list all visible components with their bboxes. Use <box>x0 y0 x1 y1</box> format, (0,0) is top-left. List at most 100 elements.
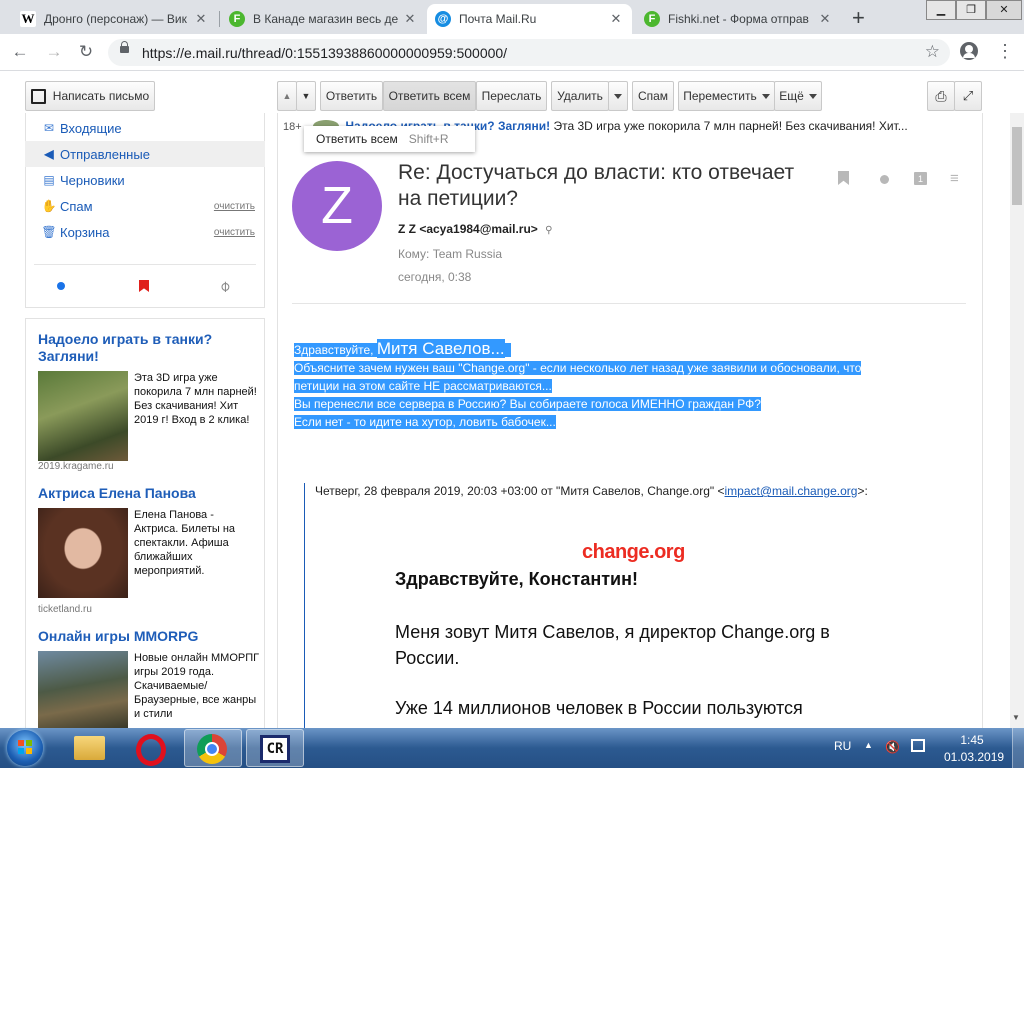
clock-time: 1:45 <box>960 733 984 747</box>
network-icon[interactable] <box>911 739 925 752</box>
ad-image-mmorpg[interactable] <box>38 651 128 728</box>
tab-title: Fishki.net - Форма отправ <box>668 12 809 26</box>
ad-image-actress[interactable] <box>38 508 128 598</box>
clear-spam-link[interactable]: очистить <box>214 201 255 212</box>
sender-address[interactable]: Z Z <acya1984@mail.ru> <box>398 222 538 236</box>
body-greeting: Здравствуйте, <box>294 343 377 357</box>
compose-button[interactable]: Написать письмо <box>25 81 155 111</box>
page-scrollbar[interactable] <box>1010 113 1024 728</box>
tab-title: В Канаде магазин весь де <box>253 12 399 26</box>
close-tab-icon[interactable]: ✕ <box>608 11 624 27</box>
start-button[interactable] <box>7 730 43 766</box>
show-desktop-button[interactable] <box>1012 728 1024 768</box>
delete-button[interactable]: Удалить <box>551 81 609 111</box>
reply-label: Ответить <box>325 89 378 103</box>
expand-button[interactable]: ⤢ <box>954 81 982 111</box>
folder-label: Отправленные <box>60 146 150 162</box>
ad-title[interactable]: Актриса Елена Панова <box>25 485 265 502</box>
delete-label: Удалить <box>557 89 603 103</box>
browser-tab-wikipedia[interactable]: W Дронго (персонаж) — Вик ✕ <box>12 4 217 34</box>
message-menu-icon[interactable]: ≡ <box>950 170 959 187</box>
address-url: https://e.mail.ru/thread/0:1551393886000… <box>142 45 508 61</box>
close-tab-icon[interactable]: ✕ <box>402 11 418 27</box>
ad-item[interactable]: Онлайн игры MMORPG Новые онлайн ММОРПГ и… <box>25 628 265 728</box>
folder-label: Спам <box>60 198 93 214</box>
new-tab-button[interactable]: + <box>852 5 865 31</box>
close-window-button[interactable]: ✕ <box>986 0 1022 20</box>
taskbar-cr-app[interactable]: CR <box>246 729 304 767</box>
unread-filter-icon[interactable] <box>57 282 65 290</box>
reply-all-button[interactable]: Ответить всем <box>383 81 476 111</box>
browser-tab-fishki-2[interactable]: F Fishki.net - Форма отправ ✕ <box>636 4 841 34</box>
folder-trash[interactable]: 🗑 Корзина очистить <box>25 219 265 245</box>
change-org-logo[interactable]: change.org <box>582 541 685 564</box>
next-message-button[interactable]: ▼ <box>296 81 316 111</box>
ad-title[interactable]: Надоело играть в танки? Загляни! <box>25 331 265 365</box>
ad-image-game[interactable] <box>38 371 128 461</box>
volume-muted-icon[interactable]: 🔇 <box>885 740 900 754</box>
magnifier-icon[interactable]: ⚲ <box>545 225 552 236</box>
taskbar-explorer[interactable] <box>62 729 118 767</box>
browser-tab-mailru[interactable]: @ Почта Mail.Ru ✕ <box>427 4 632 34</box>
folder-label: Черновики <box>60 172 125 188</box>
mailru-icon: @ <box>435 11 451 27</box>
browser-tab-fishki-1[interactable]: F В Канаде магазин весь де ✕ <box>221 4 426 34</box>
tooltip-shortcut: Shift+R <box>408 132 449 146</box>
close-tab-icon[interactable]: ✕ <box>817 11 833 27</box>
fishki-icon: F <box>229 11 245 27</box>
delete-dropdown-button[interactable] <box>608 81 628 111</box>
ad-text: Эта 3D игра уже покорила 7 млн парней! Б… <box>134 372 257 426</box>
show-hidden-icons-icon[interactable]: ▲ <box>864 740 873 750</box>
language-indicator[interactable]: RU <box>834 739 851 753</box>
ad-item[interactable]: Надоело играть в танки? Загляни! Эта 3D … <box>25 331 265 472</box>
scroll-down-arrow-icon[interactable]: ▼ <box>1012 713 1020 722</box>
quote-email-link[interactable]: impact@mail.change.org <box>725 484 858 498</box>
scrollbar-thumb[interactable] <box>1012 127 1022 205</box>
browser-menu-icon[interactable]: ⋮ <box>996 40 1014 62</box>
more-button[interactable]: Ещё <box>774 81 822 111</box>
compose-label: Написать письмо <box>52 89 150 103</box>
quote-header-prefix: Четверг, 28 февраля 2019, 20:03 +03:00 о… <box>315 484 725 498</box>
taskbar-opera[interactable] <box>122 729 178 767</box>
calendar-icon[interactable]: 1 <box>914 172 927 185</box>
quote-header-suffix: >: <box>857 484 868 498</box>
arrow-down-icon: ▼ <box>301 91 311 101</box>
folder-sent[interactable]: ◀ Отправленные <box>25 141 265 167</box>
tray-clock[interactable]: 1:45 01.03.2019 <box>944 733 1004 765</box>
folder-spam[interactable]: ✋ Спам очистить <box>25 193 265 219</box>
browser-toolbar: ← → ↻ https://e.mail.ru/thread/0:1551393… <box>0 34 1024 71</box>
move-button[interactable]: Переместить <box>678 81 775 111</box>
address-bar[interactable]: https://e.mail.ru/thread/0:1551393886000… <box>108 39 950 66</box>
close-tab-icon[interactable]: ✕ <box>193 11 209 27</box>
ad-title[interactable]: Онлайн игры MMORPG <box>25 628 265 645</box>
spam-button[interactable]: Спам <box>632 81 674 111</box>
back-arrow-icon[interactable]: ← <box>10 42 30 62</box>
minimize-window-button[interactable]: ▁ <box>926 0 956 20</box>
print-button[interactable]: ⎙ <box>927 81 955 111</box>
message-from[interactable]: Z Z <acya1984@mail.ru> ⚲ <box>398 222 552 236</box>
lock-icon <box>120 41 129 53</box>
chevron-down-icon <box>614 93 622 99</box>
mark-unread-icon[interactable] <box>880 175 889 184</box>
reload-icon[interactable]: ↻ <box>76 42 96 62</box>
folder-inbox[interactable]: ✉ Входящие <box>25 115 265 141</box>
windows-taskbar: CR RU ▲ 🔇 1:45 01.03.2019 <box>0 728 1024 768</box>
forward-button[interactable]: Переслать <box>476 81 547 111</box>
trash-icon: 🗑 <box>41 225 57 239</box>
reply-button[interactable]: Ответить <box>320 81 383 111</box>
bookmark-star-icon[interactable]: ☆ <box>925 42 940 62</box>
previous-message-button[interactable]: ▲ <box>277 81 297 111</box>
restore-window-button[interactable]: ❐ <box>956 0 986 20</box>
ad-text: Елена Панова - Актриса. Билеты на спекта… <box>134 509 236 577</box>
sender-avatar[interactable]: Z <box>292 161 382 251</box>
folder-label: Корзина <box>60 224 110 240</box>
folder-drafts[interactable]: ▤ Черновики <box>25 167 265 193</box>
clear-trash-link[interactable]: очистить <box>214 227 255 238</box>
profile-avatar-icon[interactable] <box>960 42 978 60</box>
folder-icon <box>74 736 105 760</box>
ad-item[interactable]: Актриса Елена Панова Елена Панова - Актр… <box>25 485 265 615</box>
forward-arrow-icon[interactable]: → <box>44 42 64 62</box>
chevron-down-icon <box>808 93 817 99</box>
message-subject: Re: Достучаться до власти: кто отвечает … <box>398 161 795 210</box>
taskbar-chrome[interactable] <box>184 729 242 767</box>
